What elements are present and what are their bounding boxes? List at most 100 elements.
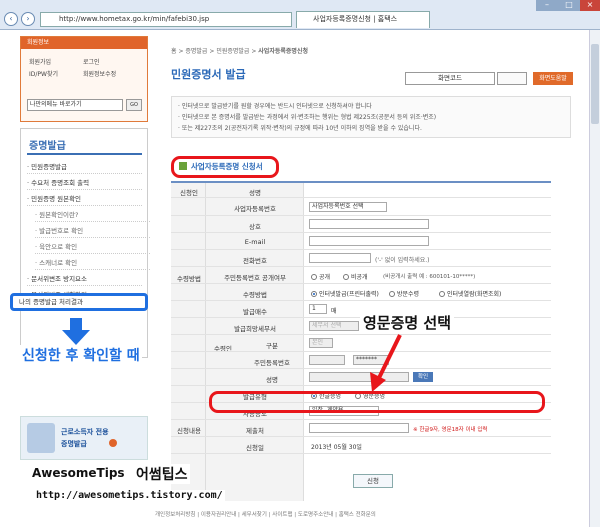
office-select[interactable]: 세무서 선택 [309, 321, 359, 331]
company-label: 상호 [249, 223, 261, 231]
footer-link[interactable]: 도로명주소안내 [298, 512, 333, 518]
radio-icon[interactable] [389, 291, 395, 297]
help-button[interactable]: 화면도움말 [533, 72, 573, 85]
phone-label: 전화번호 [243, 257, 267, 265]
signup-link[interactable]: 회원가입 [29, 57, 51, 66]
sidebar-menu: 증명발급 · 민원증명발급 · 수요처 증명조회 출력 · 민원증명 원본확인 · 원… [20, 128, 150, 358]
row-date: 신청일 2013년 05월 30일 [171, 437, 551, 454]
email-label: E-mail [244, 238, 266, 246]
sidebar-item[interactable]: · 민원증명 원본확인 [27, 193, 142, 206]
back-icon[interactable]: ‹ [4, 12, 18, 26]
banner-title: 근로소득자 전용 [61, 428, 109, 436]
annotation-left: 신청한 후 확인할 때 [20, 345, 142, 365]
footer-link[interactable]: 개인정보처리방침 [155, 512, 195, 518]
radio-icon[interactable] [311, 274, 317, 280]
submit-note: ※ 한글9자, 영문18자 이내 입력 [413, 427, 488, 433]
row-company: 상호 [171, 216, 551, 233]
close-icon[interactable]: × [580, 0, 600, 11]
row-relation: 구분 본인 [171, 335, 551, 352]
main-content: 홈 > 증명발급 > 민원증명발급 > 사업자등록증명신청 민원증명서 발급 화… [155, 36, 595, 526]
receive-visit-radio[interactable]: 방문수령 [389, 289, 419, 298]
private-note: (비공개시 출력 예 : 600101-10*****) [383, 274, 476, 280]
row-phone: 전화번호 ('-' 없이 입력하세요.) [171, 250, 551, 267]
relation-select[interactable]: 본인 [309, 338, 333, 348]
address-bar[interactable]: http://www.hometax.go.kr/min/fafebi30.js… [40, 12, 292, 27]
footer-link[interactable]: 홈택스 전화문의 [339, 512, 376, 518]
receive-view-radio[interactable]: 인터넷열람(화면조회) [439, 289, 501, 298]
browser-chrome: ‹ › http://www.hometax.go.kr/min/fafebi3… [0, 0, 600, 30]
recipient-name-label: 성명 [266, 376, 278, 384]
edit-info-link[interactable]: 회원정보수정 [83, 69, 116, 78]
phone-hint: ('-' 없이 입력하세요.) [375, 257, 430, 264]
recipient-id-front[interactable] [309, 355, 345, 365]
quick-go-button[interactable]: GO [126, 99, 142, 111]
footer-link[interactable]: 이용자권리안내 [201, 512, 236, 518]
notice-line: · 인터넷으로 발급받기를 원할 경우에는 반드시 인터넷으로 신청하셔야 합니… [178, 103, 372, 110]
row-id-public: 주민등록번호 공개여부 공개 비공개 (비공개시 출력 예 : 600101-1… [171, 267, 551, 284]
sidebar: 회원정보 회원가입 로그인 ID/PW찾기 회원정보수정 나만의메뉴 바로가기 … [20, 36, 150, 526]
row-submit: 제출처 ※ 한글9자, 영문18자 이내 입력 [171, 420, 551, 437]
private-label: 비공개 [351, 274, 368, 281]
login-link[interactable]: 로그인 [83, 57, 100, 66]
company-input[interactable] [309, 219, 429, 229]
forward-icon[interactable]: › [21, 12, 35, 26]
sidebar-item[interactable]: · 육안으로 확인 [35, 241, 150, 254]
row-recipient-name: 성명 확인 [171, 369, 551, 386]
radio-icon[interactable] [343, 274, 349, 280]
id-public-label: 주민등록번호 공개여부 [224, 274, 286, 282]
sidebar-item[interactable]: · 민원증명발급 [27, 161, 142, 174]
date-label: 신청일 [246, 444, 264, 452]
row-recipient-id: 주민등록번호 ******* [171, 352, 551, 369]
menu-title: 증명발급 [29, 141, 66, 152]
private-radio[interactable]: 비공개 [343, 272, 368, 281]
name-label: 성명 [249, 189, 261, 197]
screen-code-input[interactable] [497, 72, 527, 85]
breadcrumb-issue[interactable]: 증명발급 [185, 48, 207, 55]
public-label: 공개 [319, 274, 331, 281]
site-url: http://awesometips.tistory.com/ [34, 490, 225, 501]
sidebar-item[interactable]: · 문서위변조 방지요소 [27, 273, 142, 286]
quick-menu-select[interactable]: 나만의메뉴 바로가기 [27, 99, 123, 111]
breadcrumb-civil[interactable]: 민원증명발급 [216, 48, 249, 55]
sidebar-item[interactable]: · 발급번호로 확인 [35, 225, 150, 238]
row-name: 성명 [171, 183, 551, 198]
recipient-id-back[interactable]: ******* [353, 355, 389, 365]
sidebar-item-label: 나의 증명발급 처리결과 [19, 298, 83, 306]
public-radio[interactable]: 공개 [311, 272, 330, 281]
apply-button[interactable]: 신청 [353, 474, 393, 488]
browser-tab[interactable]: 사업자등록증명신청 | 홈택스 [296, 11, 430, 28]
row-bizno: 사업자등록번호 사업자등록번호 선택 [171, 198, 551, 216]
footer-link[interactable]: 세무서찾기 [242, 512, 267, 518]
receive-internet-radio[interactable]: 인터넷발급(프린터출력) [311, 289, 379, 298]
scrollbar-thumb[interactable] [591, 44, 599, 124]
login-header: 회원정보 [21, 37, 147, 49]
confirm-button[interactable]: 확인 [413, 372, 433, 382]
submit-input[interactable] [309, 423, 409, 433]
sidebar-item[interactable]: · 원본확인이란? [35, 209, 150, 222]
email-input[interactable] [309, 236, 429, 246]
sidebar-item[interactable]: · 스캐너로 확인 [35, 257, 150, 270]
form-table: 신청인 수령방법 수령인 신청내용 성명 사업자등록번호 사업자등록번호 선택 … [171, 181, 551, 501]
copies-select[interactable]: 1 [309, 304, 327, 314]
minimize-icon[interactable]: – [536, 0, 558, 11]
apply-label: 신청 [367, 477, 379, 485]
phone-input[interactable] [309, 253, 371, 263]
find-id-link[interactable]: ID/PW찾기 [29, 69, 58, 78]
maximize-icon[interactable]: □ [558, 0, 580, 11]
sidebar-item[interactable]: · 수요처 증명조회 출력 [27, 177, 142, 190]
footer-link[interactable]: 사이트맵 [272, 512, 292, 518]
office-label: 발급희망세무서 [234, 325, 276, 333]
radio-icon[interactable] [311, 291, 317, 297]
radio-icon[interactable] [439, 291, 445, 297]
notice-line: · 또는 제227조의 2(공전자기록 위작·변작)의 규정에 따라 10년 이… [178, 125, 422, 132]
page-title: 민원증명서 발급 [171, 68, 246, 81]
promo-banner[interactable]: 근로소득자 전용 증명발급 [20, 416, 148, 460]
receive-option: 인터넷열람(화면조회) [447, 291, 502, 298]
sidebar-item-my-results[interactable]: 나의 증명발급 처리결과 [10, 293, 148, 311]
copies-unit: 매 [331, 308, 337, 315]
scrollbar[interactable] [589, 30, 600, 527]
breadcrumb-home[interactable]: 홈 [171, 48, 177, 55]
recipient-name-input[interactable] [309, 372, 409, 382]
bizno-select[interactable]: 사업자등록번호 선택 [309, 202, 387, 212]
banner-subtitle: 증명발급 [61, 440, 87, 448]
